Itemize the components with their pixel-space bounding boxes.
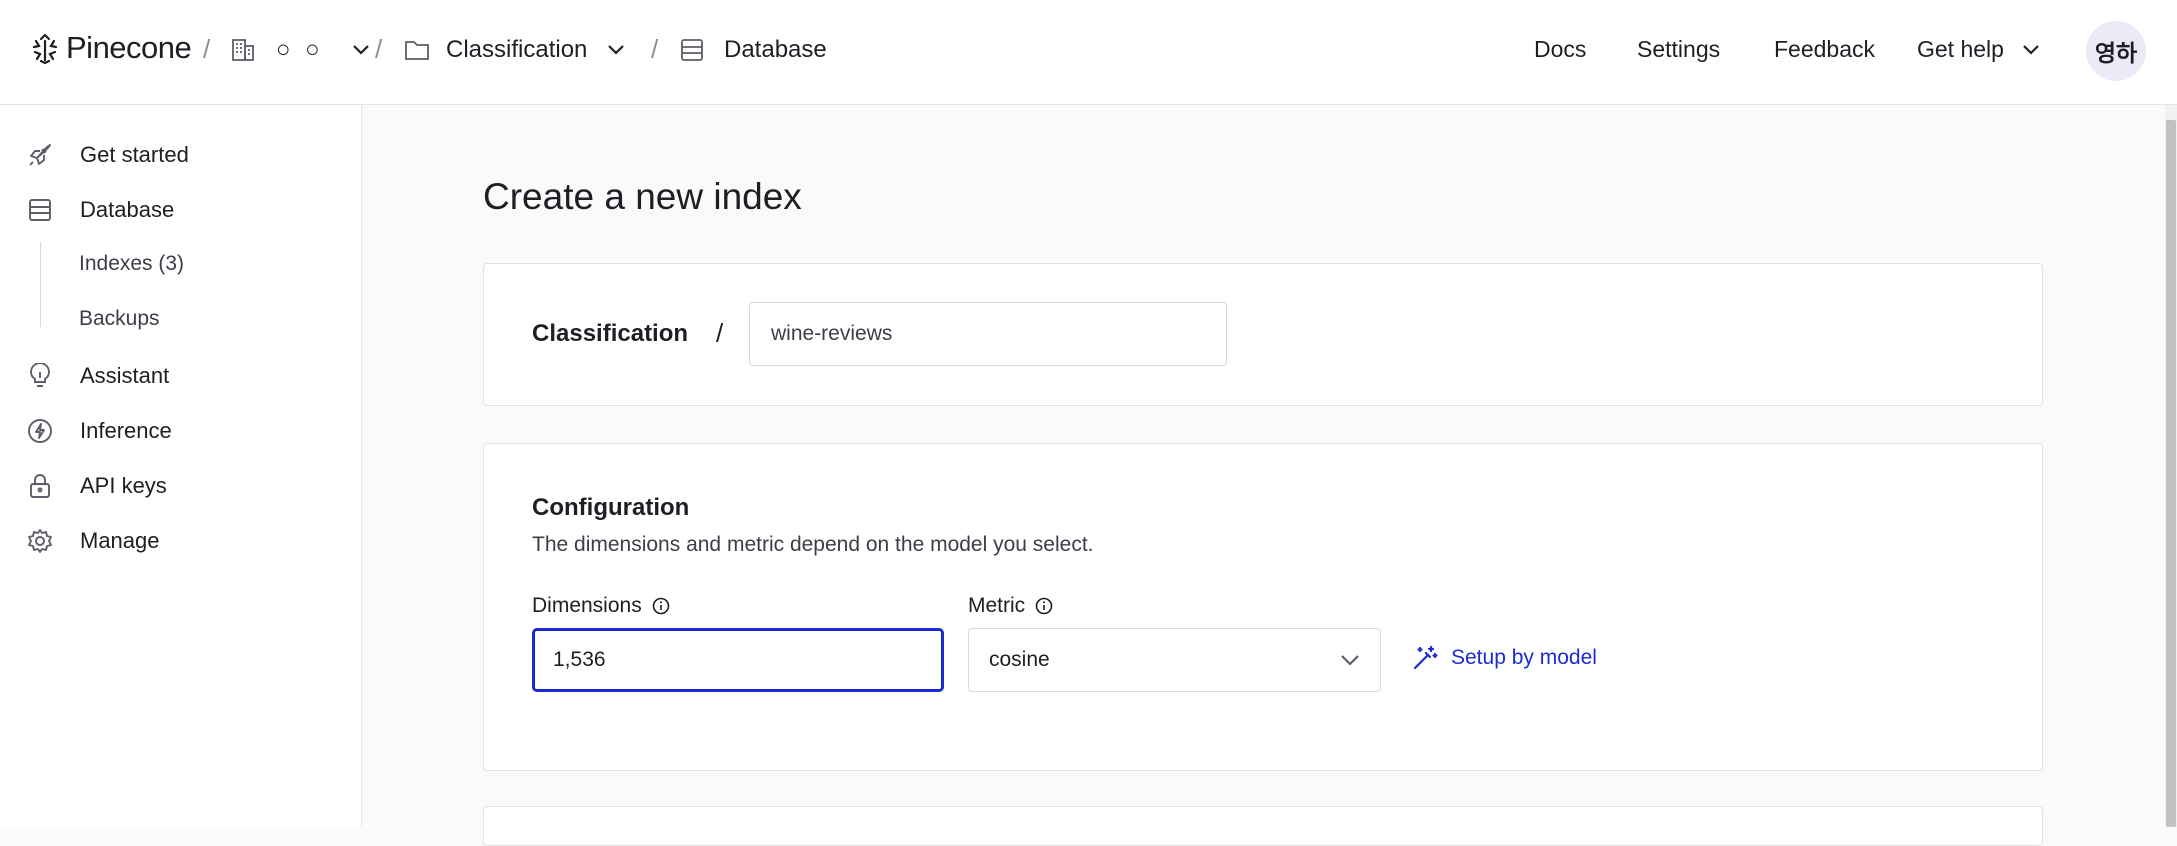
sidebar-item-get-started[interactable]: Get started — [26, 141, 189, 169]
chevron-down-icon — [608, 45, 625, 55]
project-label: Classification — [532, 320, 689, 347]
dimensions-label: Dimensions — [532, 594, 670, 618]
configuration-title: Configuration — [532, 494, 690, 521]
dimensions-label-text: Dimensions — [532, 594, 642, 617]
info-icon[interactable] — [1035, 597, 1053, 615]
sidebar-item-assistant[interactable]: Assistant — [26, 362, 169, 390]
get-help-label: Get help — [1917, 36, 2004, 62]
setup-by-model-link[interactable]: Setup by model — [1411, 644, 1597, 672]
project-selector[interactable]: Classification — [404, 36, 625, 64]
sidebar-item-label: Assistant — [80, 363, 170, 388]
index-name-card: Classification / — [483, 263, 2043, 406]
dimensions-input[interactable] — [532, 628, 944, 692]
section-name: Database — [724, 36, 827, 63]
magic-wand-icon — [1413, 645, 1438, 670]
next-section-card — [483, 806, 2043, 846]
chevron-down-icon — [2023, 44, 2039, 55]
folder-icon — [405, 41, 429, 60]
pinecone-logo[interactable]: Pinecone — [30, 30, 192, 66]
configuration-card: Configuration The dimensions and metric … — [483, 443, 2043, 771]
settings-link-label: Settings — [1637, 36, 1721, 62]
sidebar-item-label: API keys — [80, 473, 167, 498]
gear-icon — [26, 527, 54, 555]
logo-text: Pinecone — [66, 30, 192, 65]
setup-by-model-label: Setup by model — [1451, 646, 1597, 669]
building-icon — [232, 39, 254, 61]
sidebar-subitem-label: Indexes (3) — [79, 252, 185, 275]
breadcrumb-separator: / — [203, 34, 211, 64]
docs-link[interactable]: Docs — [1534, 36, 1586, 63]
get-help-menu[interactable]: Get help — [1917, 36, 2040, 63]
sidebar-subitem-backups[interactable]: Backups — [79, 307, 160, 331]
feedback-link[interactable]: Feedback — [1774, 36, 1875, 63]
org-name: ○ ○ — [276, 36, 324, 63]
database-icon — [681, 39, 703, 61]
scrollbar-thumb[interactable] — [2166, 120, 2176, 827]
rocket-icon — [26, 141, 54, 169]
avatar-text: 영하 — [2094, 40, 2138, 66]
breadcrumb-database[interactable]: Database — [680, 36, 827, 64]
sidebar-item-label: Inference — [80, 418, 172, 443]
avatar[interactable]: 영하 — [2086, 21, 2146, 81]
metric-label: Metric — [968, 594, 1053, 618]
docs-link-label: Docs — [1534, 36, 1587, 62]
sidebar-item-label: Database — [80, 197, 175, 222]
sidebar-item-label: Manage — [80, 528, 160, 553]
metric-select-value: cosine — [989, 648, 1050, 671]
metric-select[interactable]: cosine — [968, 628, 1381, 692]
sidebar-item-database[interactable]: Database — [26, 196, 174, 224]
sidebar-item-label: Get started — [80, 142, 189, 167]
name-separator: / — [716, 318, 724, 348]
breadcrumb-separator: / — [375, 34, 383, 64]
sidebar-item-inference[interactable]: Inference — [26, 417, 172, 445]
feedback-link-label: Feedback — [1774, 36, 1876, 62]
sidebar-item-api-keys[interactable]: API keys — [26, 472, 167, 500]
breadcrumb-separator: / — [651, 34, 659, 64]
sidebar-subnav-line — [40, 242, 41, 327]
chevron-down-icon — [1341, 655, 1359, 666]
lock-icon — [26, 472, 54, 500]
metric-label-text: Metric — [968, 594, 1026, 617]
sidebar-item-manage[interactable]: Manage — [26, 527, 160, 555]
index-name-input[interactable] — [749, 302, 1227, 366]
info-icon[interactable] — [652, 597, 670, 615]
bolt-icon — [26, 417, 54, 445]
top-bar: Pinecone / ○ ○ / Classification / Databa… — [0, 0, 2177, 105]
database-icon — [26, 196, 54, 224]
page-title: Create a new index — [483, 176, 802, 217]
pinecone-logo-icon — [32, 33, 58, 64]
project-name: Classification — [446, 36, 588, 63]
settings-link[interactable]: Settings — [1637, 36, 1720, 63]
org-selector[interactable]: ○ ○ — [230, 36, 370, 64]
sidebar: Get started Database Indexes (3) Backups… — [0, 105, 362, 827]
lightbulb-icon — [26, 362, 54, 390]
chevron-down-icon — [352, 45, 369, 55]
configuration-description: The dimensions and metric depend on the … — [532, 533, 1094, 556]
sidebar-subitem-indexes[interactable]: Indexes (3) — [79, 252, 184, 276]
sidebar-subitem-label: Backups — [79, 307, 160, 330]
